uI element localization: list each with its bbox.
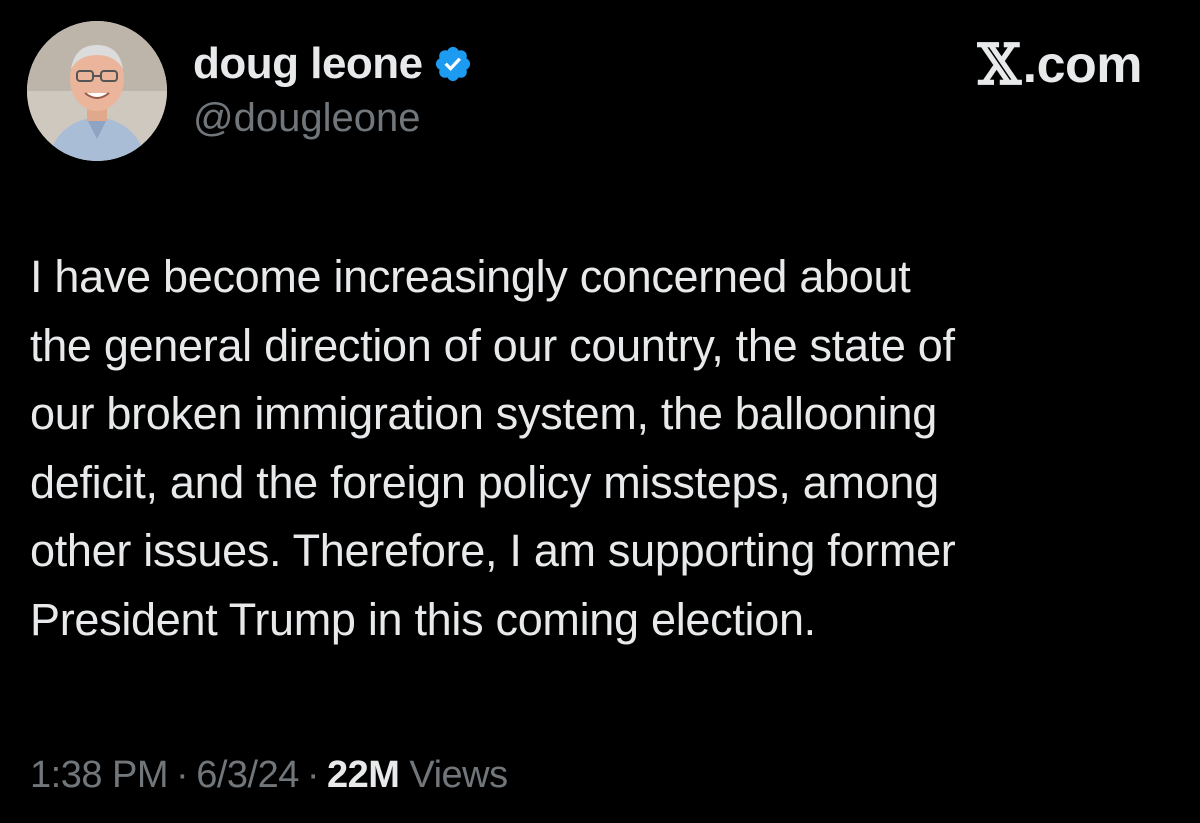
tweet-time[interactable]: 1:38 PM	[30, 754, 169, 797]
views-count[interactable]: 22M	[327, 754, 400, 797]
views-label: Views	[409, 754, 508, 796]
meta-separator: ·	[176, 754, 189, 796]
meta-separator: ·	[306, 754, 320, 796]
tweet-text: I have become increasingly concerned abo…	[30, 251, 956, 645]
avatar-photo-icon	[27, 21, 167, 161]
verified-badge-icon[interactable]	[433, 44, 473, 84]
author-name-row: doug leone	[193, 36, 473, 92]
brand-domain-text: .com	[1022, 36, 1143, 94]
author-info: doug leone @dougleone	[193, 36, 473, 141]
author-handle[interactable]: @dougleone	[193, 96, 473, 141]
tweet-meta: 1:38 PM · 6/3/24 · 22M Views	[30, 754, 508, 797]
x-brand-logo: 𝕏 .com	[977, 32, 1143, 98]
avatar[interactable]	[27, 21, 167, 161]
tweet-card: doug leone @dougleone 𝕏 .com I have beco…	[0, 0, 1200, 823]
x-logo-icon: 𝕏	[977, 32, 1021, 98]
tweet-date[interactable]: 6/3/24	[196, 754, 299, 797]
author-display-name[interactable]: doug leone	[193, 39, 423, 89]
